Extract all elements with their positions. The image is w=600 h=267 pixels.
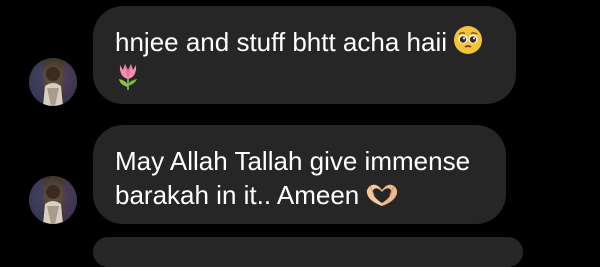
message-bubble[interactable]: hnjee and stuff bhtt acha haii	[93, 6, 516, 104]
message-text: barakah in it.. Ameen	[115, 180, 360, 210]
avatar[interactable]	[29, 58, 77, 106]
message-text: hnjee and stuff bhtt acha haii	[115, 27, 447, 57]
heart-hands-icon	[365, 182, 399, 208]
chat-thread: hnjee and stuff bhtt acha haii May Allah…	[0, 0, 600, 267]
avatar-photo-icon	[29, 58, 77, 106]
tulip-icon	[115, 59, 494, 95]
message-text: May Allah Tallah give immense	[115, 146, 471, 176]
message-bubble[interactable]: May Allah Tallah give immense barakah in…	[93, 125, 506, 224]
message-bubble-partial[interactable]	[93, 237, 523, 267]
avatar[interactable]	[29, 176, 77, 224]
pleading-face-icon	[453, 25, 483, 55]
avatar-photo-icon	[29, 176, 77, 224]
